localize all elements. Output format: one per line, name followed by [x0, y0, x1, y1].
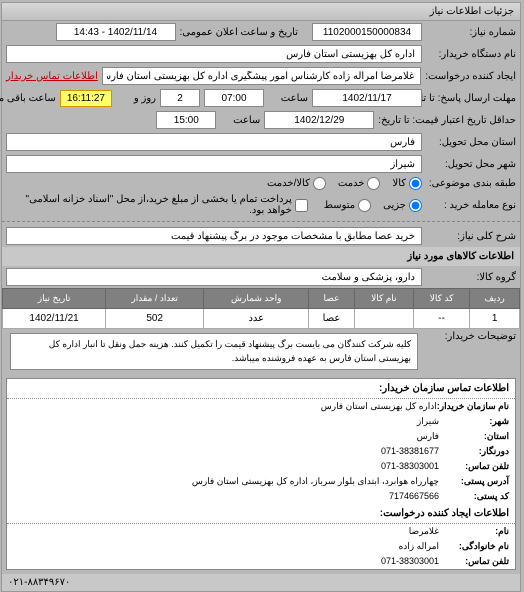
category-service-radio[interactable]: خدمت	[339, 177, 382, 190]
table-header-row: ردیف کد کالا نام کالا عصا واحد شمارش تعد…	[4, 289, 521, 309]
org-value: اداره کل بهزیستی استان فارس	[322, 401, 438, 412]
td-item: عصا	[310, 309, 355, 329]
deadline-date-input[interactable]	[313, 89, 423, 107]
address-value: چهارراه هوابرد، ابتدای بلوار سرباز، ادار…	[193, 476, 440, 487]
th-qty: تعداد / مقدار	[107, 289, 205, 309]
requester-input[interactable]	[103, 67, 422, 85]
deadline-time-label: ساعت	[269, 93, 309, 104]
general-desc-label: شرح کلی نیاز:	[427, 231, 517, 242]
goods-info-title: اطلاعات کالاهای مورد نیاز	[3, 247, 521, 266]
phone-value: 071-38303001	[382, 461, 440, 472]
category-both-radio[interactable]: کالا/خدمت	[268, 177, 327, 190]
fax-label: دورنگار:	[440, 446, 510, 457]
contact-buyer-link[interactable]: اطلاعات تماس خریدار	[7, 71, 99, 82]
fax-value: 071-38381677	[382, 446, 440, 457]
th-item: عصا	[310, 289, 355, 309]
creator-phone-label: تلفن تماس:	[440, 556, 510, 567]
th-date: تاریخ نیاز	[4, 289, 107, 309]
city-label: شهر:	[440, 416, 510, 427]
device-name-label: نام دستگاه خریدار:	[427, 49, 517, 60]
delivery-state-label: استان محل تحویل:	[427, 137, 517, 148]
type-small-radio[interactable]: جزیی	[384, 199, 423, 212]
announce-input[interactable]	[57, 23, 177, 41]
remain-label: ساعت باقی مانده	[0, 93, 57, 104]
address-label: آدرس پستی:	[440, 476, 510, 487]
buyer-desc-label: توضیحات خریدار:	[427, 331, 517, 342]
validity-date-input[interactable]	[265, 111, 375, 129]
device-name-input[interactable]	[7, 45, 423, 63]
validity-time-label: ساعت	[221, 115, 261, 126]
state-value: فارس	[418, 431, 440, 442]
creator-title: اطلاعات ایجاد کننده درخواست:	[8, 504, 516, 524]
td-unit: عدد	[205, 309, 310, 329]
postal-value: 7174667566	[390, 491, 440, 502]
general-desc-input[interactable]	[7, 227, 423, 245]
validity-label: حداقل تاریخ اعتبار قیمت: تا تاریخ:	[379, 115, 517, 126]
deadline-time-input[interactable]	[205, 89, 265, 107]
state-label: استان:	[440, 431, 510, 442]
goods-table: ردیف کد کالا نام کالا عصا واحد شمارش تعد…	[3, 288, 521, 329]
name-value: غلامرضا	[410, 526, 440, 537]
th-row: ردیف	[471, 289, 521, 309]
request-number-label: شماره نیاز:	[427, 27, 517, 38]
delivery-state-input[interactable]	[7, 133, 423, 151]
td-code: --	[415, 309, 471, 329]
lastname-value: امراله زاده	[400, 541, 440, 552]
category-label: طبقه بندی موضوعی:	[427, 178, 517, 189]
td-qty: 502	[107, 309, 205, 329]
table-row[interactable]: 1 -- عصا عدد 502 1402/11/21	[4, 309, 521, 329]
buyer-desc-box: کلیه شرکت کنندگان می بایست برگ پیشنهاد ق…	[11, 333, 419, 370]
delivery-city-label: شهر محل تحویل:	[427, 159, 517, 170]
category-goods-radio[interactable]: کالا	[393, 177, 423, 190]
th-name: نام کالا	[355, 289, 414, 309]
contact-title: اطلاعات تماس سازمان خریدار:	[8, 379, 516, 399]
type-medium-radio[interactable]: متوسط	[325, 199, 372, 212]
creator-phone-value: 071-38303001	[382, 556, 440, 567]
delivery-city-input[interactable]	[7, 155, 423, 173]
panel-title: جزئیات اطلاعات نیاز	[3, 3, 521, 21]
days-remain-input[interactable]	[161, 89, 201, 107]
city-value: شیراز	[418, 416, 440, 427]
deadline-label: مهلت ارسال پاسخ: تا تاریخ:	[427, 93, 517, 104]
countdown-timer: 16:11:27	[61, 90, 113, 107]
request-number-input[interactable]	[313, 23, 423, 41]
category-radio-group: کالا خدمت کالا/خدمت	[268, 177, 423, 190]
name-label: نام:	[440, 526, 510, 537]
td-name	[355, 309, 414, 329]
th-code: کد کالا	[415, 289, 471, 309]
td-date: 1402/11/21	[4, 309, 107, 329]
goods-group-label: گروه کالا:	[427, 272, 517, 283]
payment-note-checkbox[interactable]: پرداخت تمام یا بخشی از مبلغ خرید،از محل …	[7, 194, 309, 216]
purchase-type-label: نوع معامله خرید :	[427, 200, 517, 211]
goods-group-input[interactable]	[7, 268, 423, 286]
td-row: 1	[471, 309, 521, 329]
th-unit: واحد شمارش	[205, 289, 310, 309]
lastname-label: نام خانوادگی:	[440, 541, 510, 552]
postal-label: کد پستی:	[440, 491, 510, 502]
days-label: روز و	[117, 93, 157, 104]
footer-phone: ۰۲۱-۸۸۳۴۹۶۷۰	[3, 574, 521, 591]
announce-label: تاریخ و ساعت اعلان عمومی:	[181, 27, 300, 38]
phone-label: تلفن تماس:	[440, 461, 510, 472]
purchase-type-radio-group: جزیی متوسط	[325, 199, 423, 212]
contact-section: اطلاعات تماس سازمان خریدار: نام سازمان خ…	[7, 378, 517, 570]
validity-time-input[interactable]	[157, 111, 217, 129]
requester-label: ایجاد کننده درخواست:	[426, 71, 517, 82]
org-label: نام سازمان خریدار:	[438, 401, 510, 412]
